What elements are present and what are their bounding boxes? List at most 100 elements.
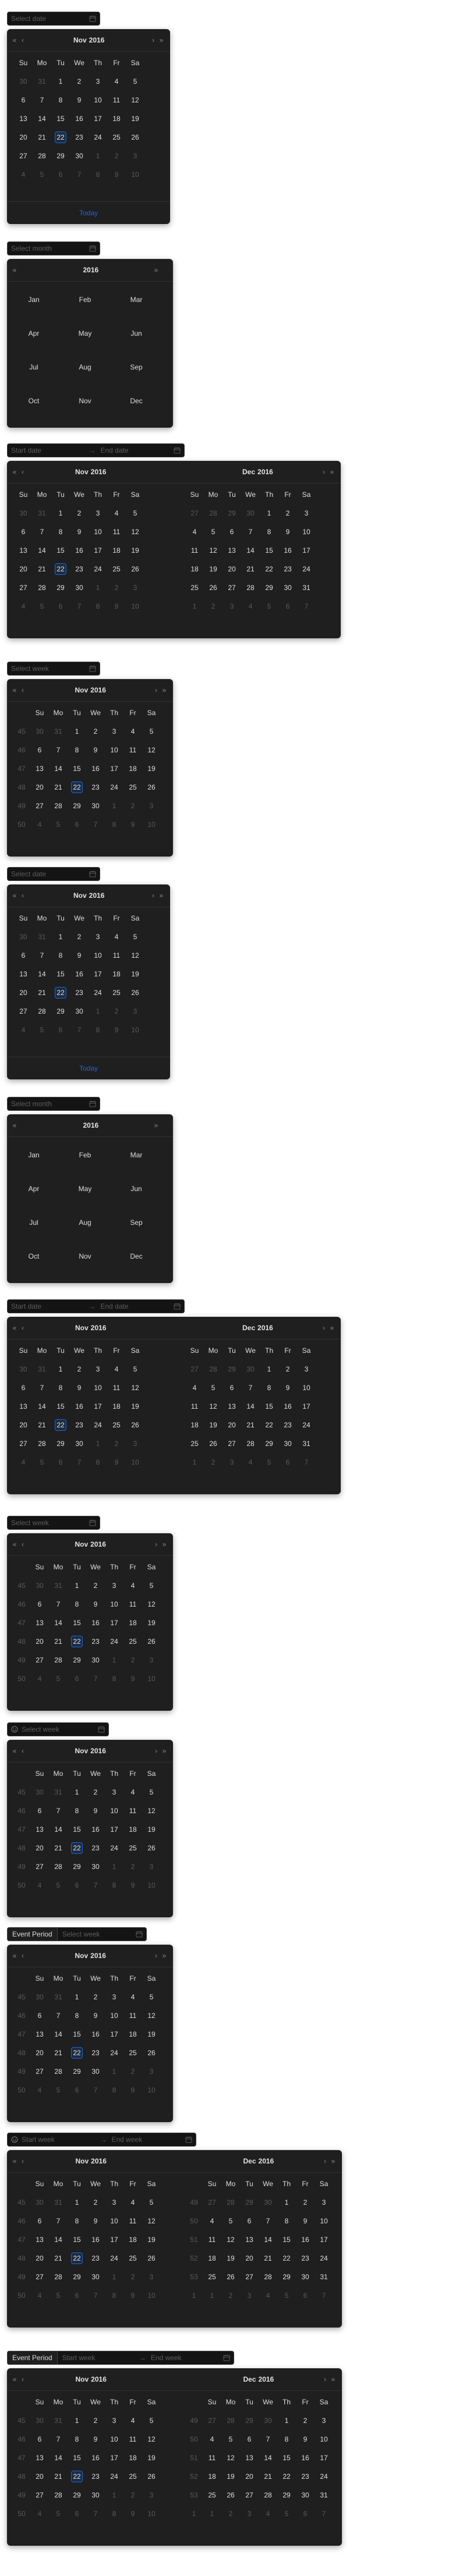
date-cell[interactable]: 4 [203, 2214, 221, 2228]
date-cell[interactable]: 4 [241, 1455, 260, 1469]
date-cell[interactable]: 21 [33, 1418, 51, 1432]
date-cell[interactable]: 9 [296, 2214, 315, 2228]
date-cell[interactable]: 5 [221, 2432, 240, 2446]
date-cell[interactable]: 3 [105, 724, 123, 738]
panel-title[interactable]: Dec 2016 [242, 2150, 276, 2172]
date-cell[interactable]: 5 [126, 74, 144, 88]
date-cell[interactable]: 10 [142, 1878, 161, 1892]
prev-icon[interactable]: ‹ [19, 2375, 27, 2383]
date-cell[interactable]: 20 [223, 562, 241, 576]
date-cell[interactable]: 21 [33, 130, 51, 144]
month-label[interactable]: Nov [73, 891, 87, 900]
date-cell[interactable]: 21 [259, 2470, 277, 2483]
date-cell[interactable]: 3 [297, 506, 316, 520]
date-cell[interactable]: 21 [259, 2251, 277, 2265]
date-cell[interactable]: 7 [49, 1804, 68, 1818]
date-cell[interactable]: 9 [70, 948, 89, 962]
date-cell[interactable]: 4 [14, 1455, 33, 1469]
super-next-icon[interactable]: » [152, 266, 160, 274]
date-cell[interactable]: 9 [86, 1597, 105, 1611]
date-cell[interactable]: 8 [89, 168, 107, 182]
date-cell[interactable]: 6 [240, 2432, 259, 2446]
month-cell[interactable]: Jun [119, 326, 154, 340]
date-cell[interactable]: 9 [86, 2432, 105, 2446]
date-cell[interactable]: 18 [123, 2451, 142, 2465]
date-cell[interactable]: 14 [241, 543, 260, 557]
date-cell[interactable]: 28 [241, 581, 260, 595]
year-label[interactable]: 2016 [257, 468, 273, 476]
date-cell[interactable]: 30 [70, 149, 89, 163]
year-label[interactable]: 2016 [90, 686, 106, 694]
date-cell[interactable]: 28 [221, 2414, 240, 2428]
date-cell[interactable]: 1 [51, 1362, 70, 1376]
date-cell[interactable]: 10 [142, 2083, 161, 2097]
date-cell[interactable]: 11 [123, 2214, 142, 2228]
date-cell[interactable]: 2 [70, 930, 89, 944]
date-cell[interactable]: 28 [49, 1860, 68, 1874]
date-cell[interactable]: 1 [68, 2195, 86, 2209]
date-cell[interactable]: 1 [68, 1785, 86, 1799]
date-cell[interactable]: 20 [14, 1418, 33, 1432]
date-picker-input[interactable]: Select week [7, 662, 100, 676]
next-icon[interactable]: › [320, 1324, 328, 1332]
prev-icon[interactable]: ‹ [19, 1747, 27, 1755]
date-cell[interactable]: 9 [123, 2507, 142, 2521]
panel-title[interactable]: Nov 2016 [74, 1945, 107, 1967]
panel-title[interactable]: Nov 2016 [74, 1533, 107, 1555]
date-cell[interactable]: 4 [259, 2507, 277, 2521]
date-cell[interactable]: 16 [70, 967, 89, 981]
date-cell[interactable]: 5 [49, 1878, 68, 1892]
date-cell[interactable]: 6 [223, 525, 241, 539]
date-cell[interactable]: 3 [240, 2289, 259, 2303]
date-cell[interactable]: 15 [260, 543, 278, 557]
date-cell[interactable]: 11 [107, 93, 126, 107]
date-cell[interactable]: 5 [142, 2195, 161, 2209]
date-cell[interactable]: 13 [30, 2027, 49, 2041]
date-cell[interactable]: 13 [30, 2233, 49, 2247]
date-cell[interactable]: 30 [259, 2195, 277, 2209]
date-cell[interactable]: 9 [70, 1381, 89, 1395]
date-cell[interactable]: 5 [204, 1381, 223, 1395]
date-cell[interactable]: 27 [30, 1860, 49, 1874]
date-cell[interactable]: 10 [126, 1455, 144, 1469]
date-cell[interactable]: 7 [49, 743, 68, 757]
date-cell[interactable]: 10 [126, 1023, 144, 1037]
date-cell[interactable]: 28 [241, 1437, 260, 1451]
date-cell[interactable]: 2 [123, 2488, 142, 2502]
date-cell[interactable]: 27 [14, 1004, 33, 1018]
date-cell[interactable]: 6 [68, 818, 86, 832]
date-cell[interactable]: 4 [123, 2414, 142, 2428]
date-cell[interactable]: 23 [70, 1418, 89, 1432]
date-cell[interactable]: 1 [89, 149, 107, 163]
date-cell[interactable]: 30 [86, 2488, 105, 2502]
date-cell[interactable]: 29 [68, 799, 86, 813]
date-cell[interactable]: 24 [315, 2470, 333, 2483]
date-cell[interactable]: 21 [49, 2251, 68, 2265]
super-next-icon[interactable]: » [329, 2157, 337, 2165]
date-cell[interactable]: 8 [68, 2432, 86, 2446]
date-cell[interactable]: 14 [33, 112, 51, 126]
date-cell[interactable]: 4 [185, 1381, 204, 1395]
month-cell[interactable]: Jun [119, 1182, 154, 1196]
date-cell[interactable]: 2 [70, 74, 89, 88]
date-cell[interactable]: 18 [107, 967, 126, 981]
date-cell[interactable]: 23 [70, 130, 89, 144]
today-button[interactable]: Today [7, 201, 170, 224]
month-cell[interactable]: Feb [68, 1148, 103, 1162]
date-cell[interactable]: 1 [260, 506, 278, 520]
super-next-icon[interactable]: » [328, 1324, 336, 1332]
date-cell[interactable]: 3 [126, 1004, 144, 1018]
month-label[interactable]: Nov [76, 2375, 89, 2383]
prev-icon[interactable]: ‹ [19, 1540, 27, 1548]
date-cell[interactable]: 7 [315, 2507, 333, 2521]
date-cell[interactable]: 25 [203, 2270, 221, 2284]
date-cell[interactable]: 3 [142, 1653, 161, 1667]
date-cell[interactable]: 16 [86, 2027, 105, 2041]
date-cell[interactable]: 8 [277, 2432, 296, 2446]
date-cell[interactable]: 5 [49, 2289, 68, 2303]
date-cell[interactable]: 10 [142, 1672, 161, 1686]
date-cell[interactable]: 21 [49, 1635, 68, 1648]
date-cell[interactable]: 9 [107, 168, 126, 182]
date-cell[interactable]: 1 [185, 599, 204, 613]
month-label[interactable]: Nov [75, 686, 89, 694]
